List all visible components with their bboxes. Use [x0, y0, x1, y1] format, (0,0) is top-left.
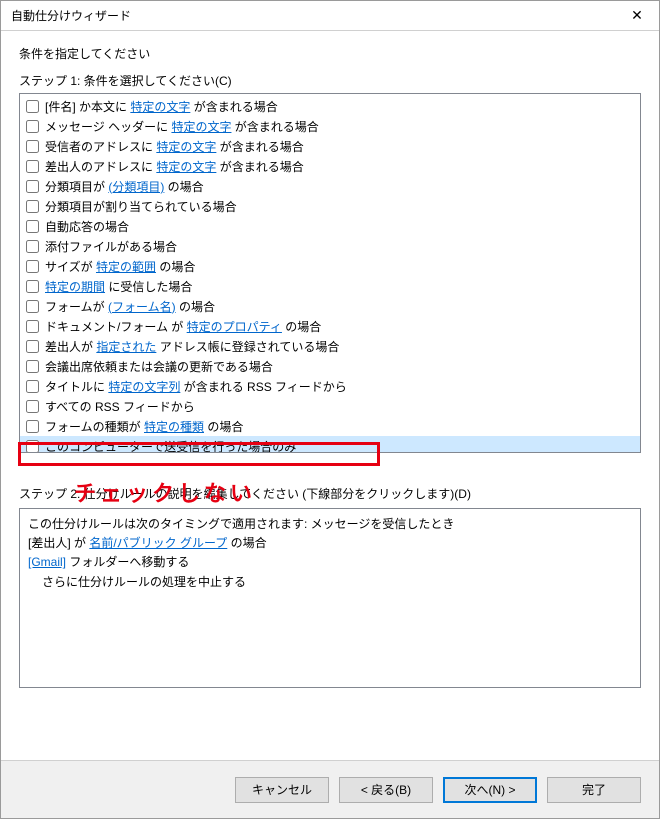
condition-row[interactable]: 特定の期間 に受信した場合 [20, 276, 640, 296]
condition-checkbox[interactable] [26, 160, 39, 173]
condition-param-link[interactable]: 特定の文字 [130, 100, 190, 114]
condition-text: サイズが 特定の範囲 の場合 [45, 258, 195, 275]
condition-text: 自動応答の場合 [45, 218, 129, 235]
condition-checkbox[interactable] [26, 320, 39, 333]
condition-checkbox[interactable] [26, 100, 39, 113]
condition-checkbox[interactable] [26, 220, 39, 233]
condition-text: すべての RSS フィードから [45, 398, 195, 415]
condition-text: 差出人のアドレスに 特定の文字 が含まれる場合 [45, 158, 304, 175]
condition-param-link[interactable]: 特定のプロパティ [187, 320, 282, 334]
condition-checkbox[interactable] [26, 340, 39, 353]
condition-checkbox[interactable] [26, 300, 39, 313]
condition-param-link[interactable]: 特定の文字列 [108, 380, 180, 394]
condition-row[interactable]: すべての RSS フィードから [20, 396, 640, 416]
desc-line-timing: この仕分けルールは次のタイミングで適用されます: メッセージを受信したとき [28, 515, 632, 534]
desc-line-sender: [差出人] が 名前/パブリック グループ の場合 [28, 534, 632, 553]
condition-row[interactable]: 会議出席依頼または会議の更新である場合 [20, 356, 640, 376]
condition-param-link[interactable]: (フォーム名) [108, 300, 176, 314]
condition-row[interactable]: このコンピューターで送受信を行った場合のみ [20, 436, 640, 453]
condition-row[interactable]: 自動応答の場合 [20, 216, 640, 236]
desc-line-stop: さらに仕分けルールの処理を中止する [28, 573, 632, 592]
condition-checkbox[interactable] [26, 360, 39, 373]
condition-param-link[interactable]: 特定の文字 [171, 120, 231, 134]
conditions-listbox[interactable]: [件名] か本文に 特定の文字 が含まれる場合メッセージ ヘッダーに 特定の文字… [19, 93, 641, 453]
condition-text: 添付ファイルがある場合 [45, 238, 177, 255]
condition-text: 受信者のアドレスに 特定の文字 が含まれる場合 [45, 138, 304, 155]
condition-param-link[interactable]: 特定の文字 [156, 140, 216, 154]
condition-text: このコンピューターで送受信を行った場合のみ [45, 438, 296, 454]
close-button[interactable]: ✕ [615, 1, 659, 31]
gmail-folder-link[interactable]: [Gmail] [28, 555, 66, 569]
condition-row[interactable]: ドキュメント/フォーム が 特定のプロパティ の場合 [20, 316, 640, 336]
sender-group-link[interactable]: 名前/パブリック グループ [89, 536, 227, 550]
condition-text: メッセージ ヘッダーに 特定の文字 が含まれる場合 [45, 118, 319, 135]
condition-checkbox[interactable] [26, 280, 39, 293]
desc-line-move: [Gmail] フォルダーへ移動する [28, 553, 632, 572]
condition-row[interactable]: タイトルに 特定の文字列 が含まれる RSS フィードから [20, 376, 640, 396]
condition-checkbox[interactable] [26, 420, 39, 433]
condition-text: フォームが (フォーム名) の場合 [45, 298, 215, 315]
condition-param-link[interactable]: 指定された [96, 340, 156, 354]
condition-text: 差出人が 指定された アドレス帳に登録されている場合 [45, 338, 339, 355]
condition-text: 会議出席依頼または会議の更新である場合 [45, 358, 273, 375]
condition-checkbox[interactable] [26, 240, 39, 253]
condition-param-link[interactable]: 特定の期間 [45, 280, 105, 294]
condition-checkbox[interactable] [26, 260, 39, 273]
rule-description-box[interactable]: この仕分けルールは次のタイミングで適用されます: メッセージを受信したとき [差… [19, 508, 641, 688]
condition-row[interactable]: フォームが (フォーム名) の場合 [20, 296, 640, 316]
close-icon: ✕ [631, 7, 643, 24]
condition-row[interactable]: 添付ファイルがある場合 [20, 236, 640, 256]
finish-button[interactable]: 完了 [547, 777, 641, 803]
condition-row[interactable]: 差出人が 指定された アドレス帳に登録されている場合 [20, 336, 640, 356]
condition-checkbox[interactable] [26, 440, 39, 453]
condition-row[interactable]: 分類項目が (分類項目) の場合 [20, 176, 640, 196]
condition-row[interactable]: 分類項目が割り当てられている場合 [20, 196, 640, 216]
step2-label: ステップ 2: 仕分けルールの説明を編集してください (下線部分をクリックします… [19, 485, 641, 502]
condition-row[interactable]: サイズが 特定の範囲 の場合 [20, 256, 640, 276]
button-row: キャンセル < 戻る(B) 次へ(N) > 完了 [1, 760, 659, 818]
condition-checkbox[interactable] [26, 400, 39, 413]
condition-row[interactable]: フォームの種類が 特定の種類 の場合 [20, 416, 640, 436]
titlebar: 自動仕分けウィザード ✕ [1, 1, 659, 31]
condition-param-link[interactable]: 特定の種類 [144, 420, 204, 434]
cancel-button[interactable]: キャンセル [235, 777, 329, 803]
condition-text: 分類項目が割り当てられている場合 [45, 198, 237, 215]
condition-row[interactable]: 差出人のアドレスに 特定の文字 が含まれる場合 [20, 156, 640, 176]
condition-text: 特定の期間 に受信した場合 [45, 278, 192, 295]
condition-row[interactable]: 受信者のアドレスに 特定の文字 が含まれる場合 [20, 136, 640, 156]
condition-checkbox[interactable] [26, 120, 39, 133]
condition-checkbox[interactable] [26, 140, 39, 153]
condition-row[interactable]: メッセージ ヘッダーに 特定の文字 が含まれる場合 [20, 116, 640, 136]
condition-text: [件名] か本文に 特定の文字 が含まれる場合 [45, 98, 278, 115]
condition-param-link[interactable]: 特定の文字 [156, 160, 216, 174]
condition-checkbox[interactable] [26, 380, 39, 393]
condition-text: 分類項目が (分類項目) の場合 [45, 178, 204, 195]
back-button[interactable]: < 戻る(B) [339, 777, 433, 803]
condition-row[interactable]: [件名] か本文に 特定の文字 が含まれる場合 [20, 96, 640, 116]
condition-text: フォームの種類が 特定の種類 の場合 [45, 418, 243, 435]
dialog-content: 条件を指定してください ステップ 1: 条件を選択してください(C) [件名] … [1, 31, 659, 760]
condition-text: ドキュメント/フォーム が 特定のプロパティ の場合 [45, 318, 321, 335]
step1-label: ステップ 1: 条件を選択してください(C) [19, 72, 641, 89]
condition-text: タイトルに 特定の文字列 が含まれる RSS フィードから [45, 378, 347, 395]
condition-param-link[interactable]: 特定の範囲 [96, 260, 156, 274]
wizard-dialog: 自動仕分けウィザード ✕ 条件を指定してください ステップ 1: 条件を選択して… [0, 0, 660, 819]
condition-checkbox[interactable] [26, 200, 39, 213]
condition-param-link[interactable]: (分類項目) [108, 180, 164, 194]
heading-text: 条件を指定してください [19, 45, 641, 62]
window-title: 自動仕分けウィザード [11, 7, 131, 24]
next-button[interactable]: 次へ(N) > [443, 777, 537, 803]
condition-checkbox[interactable] [26, 180, 39, 193]
